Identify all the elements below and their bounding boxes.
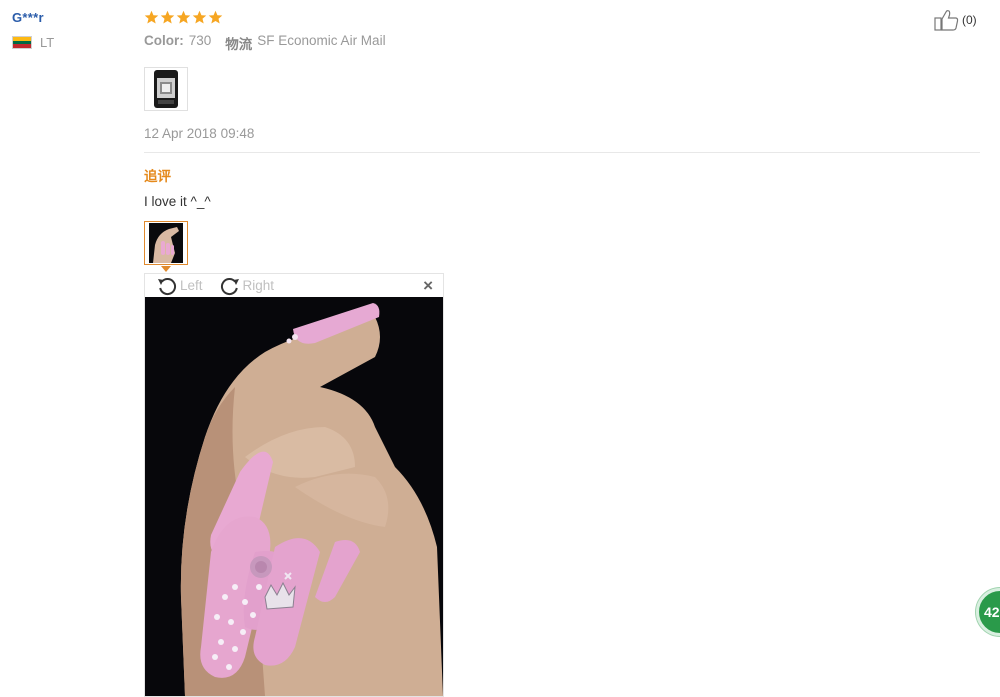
thumbs-up-icon [934,10,959,31]
review-photo-thumbnail[interactable] [144,67,188,111]
rotate-left-icon [158,277,177,295]
star-icon [192,10,207,23]
followup-photo-thumbnail[interactable] [144,221,188,265]
star-icon [144,10,159,23]
review: Color: 730 物流 SF Economic Air Mail [144,8,980,53]
image-viewer: Left Right × [144,273,444,697]
rotate-left-label: Left [180,278,203,293]
rotate-left-button[interactable]: Left [156,275,203,297]
review-photo-image [154,70,178,108]
floating-badge[interactable]: 42 [976,588,1000,636]
review-meta: Color: 730 物流 SF Economic Air Mail [144,33,980,53]
followup-label: 追评 [144,169,171,184]
reviewer-country: LT [12,35,132,50]
rotate-right-button[interactable]: Right [219,275,275,297]
reviewer-info: G***r LT [12,10,132,50]
shipping-label: 物流 [225,37,253,52]
shipping-value: SF Economic Air Mail [257,33,386,48]
rotate-right-icon [220,277,239,295]
viewer-photo [145,297,443,696]
star-rating [144,8,980,26]
color-value: 730 [188,33,212,48]
star-icon [160,10,175,23]
review-date: 12 Apr 2018 09:48 [144,126,255,141]
reviewer-name: G***r [12,10,44,25]
like-button[interactable]: (0) [934,9,977,31]
country-code: LT [40,35,55,50]
nail-photo-image [145,297,443,696]
star-icon [208,10,223,23]
close-icon[interactable]: × [423,277,433,295]
floating-badge-text: 42 [984,604,1000,620]
divider [144,152,980,153]
viewer-toolbar: Left Right × [145,274,443,297]
rotate-right-label: Right [242,278,275,293]
star-icon [176,10,191,23]
nail-photo-thumb-image [149,223,183,263]
followup-text: I love it ^_^ [144,194,211,209]
country-flag-icon [12,36,32,49]
thumbnail-pointer [161,266,171,272]
color-label: Color: [144,33,184,48]
like-count: (0) [962,13,977,27]
